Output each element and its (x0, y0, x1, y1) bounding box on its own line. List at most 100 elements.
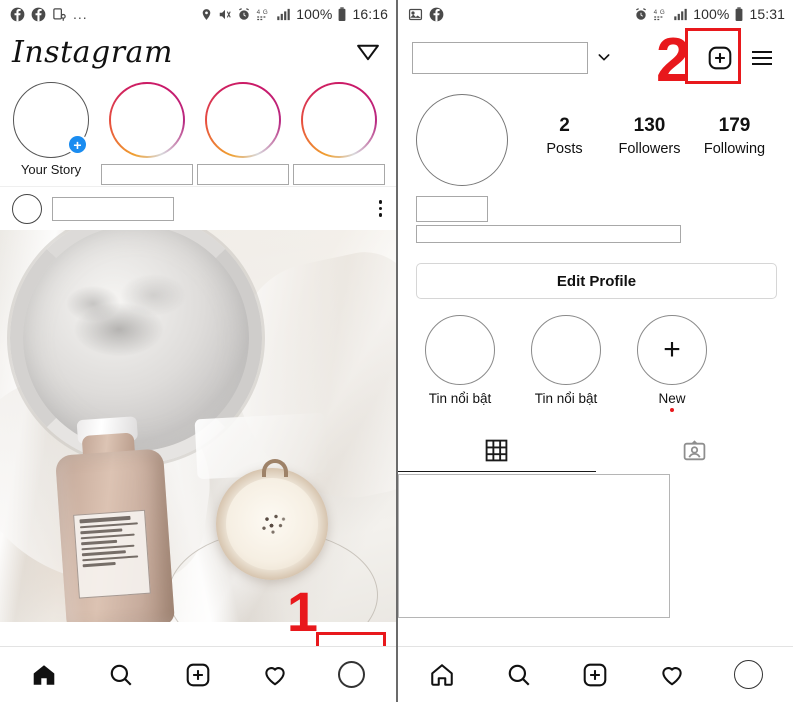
story-item[interactable] (197, 82, 289, 185)
left-status-bar: ... 4G 100% 16:16 (0, 0, 396, 28)
profile-summary: 2 Posts 130 Followers 179 Following (398, 88, 793, 186)
profile-avatar-icon[interactable] (338, 661, 366, 688)
clock-label: 15:31 (749, 6, 785, 22)
post-author-avatar[interactable] (12, 193, 42, 224)
nav-search-button[interactable] (490, 653, 548, 697)
stat-label: Posts (546, 140, 583, 157)
stat-following[interactable]: 179 Following (700, 114, 770, 159)
profile-avatar-icon[interactable] (734, 660, 764, 689)
send-direct-icon[interactable] (354, 37, 382, 70)
highlight-item[interactable]: Tin nổi bật (526, 315, 606, 412)
highlight-label: New (658, 391, 686, 406)
status-right-cluster: 4G 100% 15:31 (634, 6, 785, 22)
story-your-story[interactable]: + Your Story (10, 82, 92, 177)
facebook-icon (429, 7, 444, 22)
kebab-menu-icon[interactable] (378, 200, 382, 217)
hamburger-menu-icon[interactable] (745, 41, 779, 75)
chocolate-milk-bottle (53, 416, 175, 622)
nav-search-button[interactable] (92, 653, 150, 697)
nav-home-button[interactable] (413, 653, 471, 697)
story-label-redacted (293, 164, 385, 185)
left-phone-screen: ... 4G 100% 16:16 Instagram + Your Story… (0, 0, 396, 702)
svg-text:G: G (660, 8, 665, 15)
nav-create-button[interactable] (169, 653, 227, 697)
instagram-app-header: Instagram (0, 28, 396, 78)
profile-tabs[interactable] (398, 430, 793, 472)
left-bottom-nav[interactable] (0, 646, 396, 702)
alarm-icon (634, 7, 648, 22)
profile-username-redacted[interactable] (412, 42, 588, 74)
story-label-redacted (197, 164, 289, 185)
story-item[interactable] (293, 82, 385, 185)
edit-profile-button[interactable]: Edit Profile (416, 263, 777, 299)
add-story-badge-icon[interactable]: + (67, 134, 88, 155)
status-right-cluster: 4G 100% 16:16 (200, 6, 388, 22)
location-pin-icon (200, 7, 213, 22)
facebook-icon (31, 7, 46, 22)
stat-label: Following (703, 140, 766, 157)
signal-bars-icon (276, 7, 291, 22)
nav-home-button[interactable] (15, 653, 73, 697)
posts-grid-placeholder[interactable] (398, 474, 670, 618)
nav-profile-button[interactable] (720, 653, 778, 697)
cappuccino-cup (216, 459, 328, 580)
highlight-cover[interactable] (531, 315, 601, 385)
clock-label: 16:16 (352, 6, 388, 22)
nav-create-button[interactable] (566, 653, 624, 697)
highlight-label: Tin nổi bật (534, 391, 598, 406)
right-phone-screen: 4G 100% 15:31 2 2 Posts 130 Followers 17… (396, 0, 793, 702)
mute-vibrate-icon (218, 7, 232, 22)
stat-value: 130 (633, 115, 666, 136)
tab-tagged[interactable] (596, 430, 793, 472)
battery-percent-label: 100% (693, 6, 730, 22)
post-photo[interactable] (0, 230, 396, 622)
your-story-ring[interactable]: + (13, 82, 89, 158)
stat-label: Followers (618, 140, 681, 157)
battery-icon (337, 6, 347, 22)
story-item[interactable] (101, 82, 193, 185)
dual-phone-screenshot: ... 4G 100% 16:16 Instagram + Your Story… (0, 0, 793, 702)
stat-followers[interactable]: 130 Followers (615, 114, 685, 159)
right-status-bar: 4G 100% 15:31 (398, 0, 793, 28)
instagram-logo[interactable]: Instagram (12, 38, 173, 68)
nutrition-label (73, 509, 151, 599)
4g-network-icon: 4G (653, 7, 668, 22)
annotation-box-add-post (685, 28, 741, 84)
highlight-new-item[interactable]: + New (632, 315, 712, 412)
device-location-icon (52, 7, 67, 22)
nav-activity-button[interactable] (643, 653, 701, 697)
story-label-redacted (101, 164, 193, 185)
highlight-cover[interactable] (425, 315, 495, 385)
profile-bio-text-redacted (416, 225, 681, 243)
stat-value: 2 (559, 115, 570, 136)
battery-percent-label: 100% (296, 6, 333, 22)
new-indicator-dot (670, 408, 674, 412)
profile-avatar[interactable] (416, 94, 508, 186)
status-overflow-dots: ... (73, 6, 88, 22)
profile-bio (398, 186, 793, 243)
svg-text:G: G (263, 8, 268, 15)
story-highlights-row[interactable]: Tin nổi bật Tin nổi bật + New (398, 299, 793, 412)
nav-activity-button[interactable] (246, 653, 304, 697)
nav-profile-button[interactable] (323, 653, 381, 697)
tab-grid[interactable] (398, 430, 596, 472)
story-gradient-ring[interactable] (109, 82, 185, 158)
svg-text:4: 4 (654, 8, 658, 15)
photo-icon (408, 7, 423, 22)
highlight-item[interactable]: Tin nổi bật (420, 315, 500, 412)
right-bottom-nav[interactable] (398, 646, 793, 702)
facebook-icon (10, 7, 25, 22)
stat-posts[interactable]: 2 Posts (530, 114, 600, 159)
status-left-icons: ... (10, 6, 88, 22)
post-author-username-redacted[interactable] (52, 196, 174, 221)
story-gradient-ring[interactable] (205, 82, 281, 158)
story-gradient-ring[interactable] (301, 82, 377, 158)
post-header (0, 186, 396, 230)
chevron-down-icon[interactable] (596, 49, 612, 68)
4g-network-icon: 4G (256, 7, 271, 22)
annotation-number-1: 1 (286, 580, 318, 643)
add-highlight-plus-icon[interactable]: + (637, 315, 707, 385)
status-left-icons (408, 7, 444, 22)
battery-icon (734, 6, 744, 22)
stories-tray[interactable]: + Your Story (0, 78, 396, 186)
